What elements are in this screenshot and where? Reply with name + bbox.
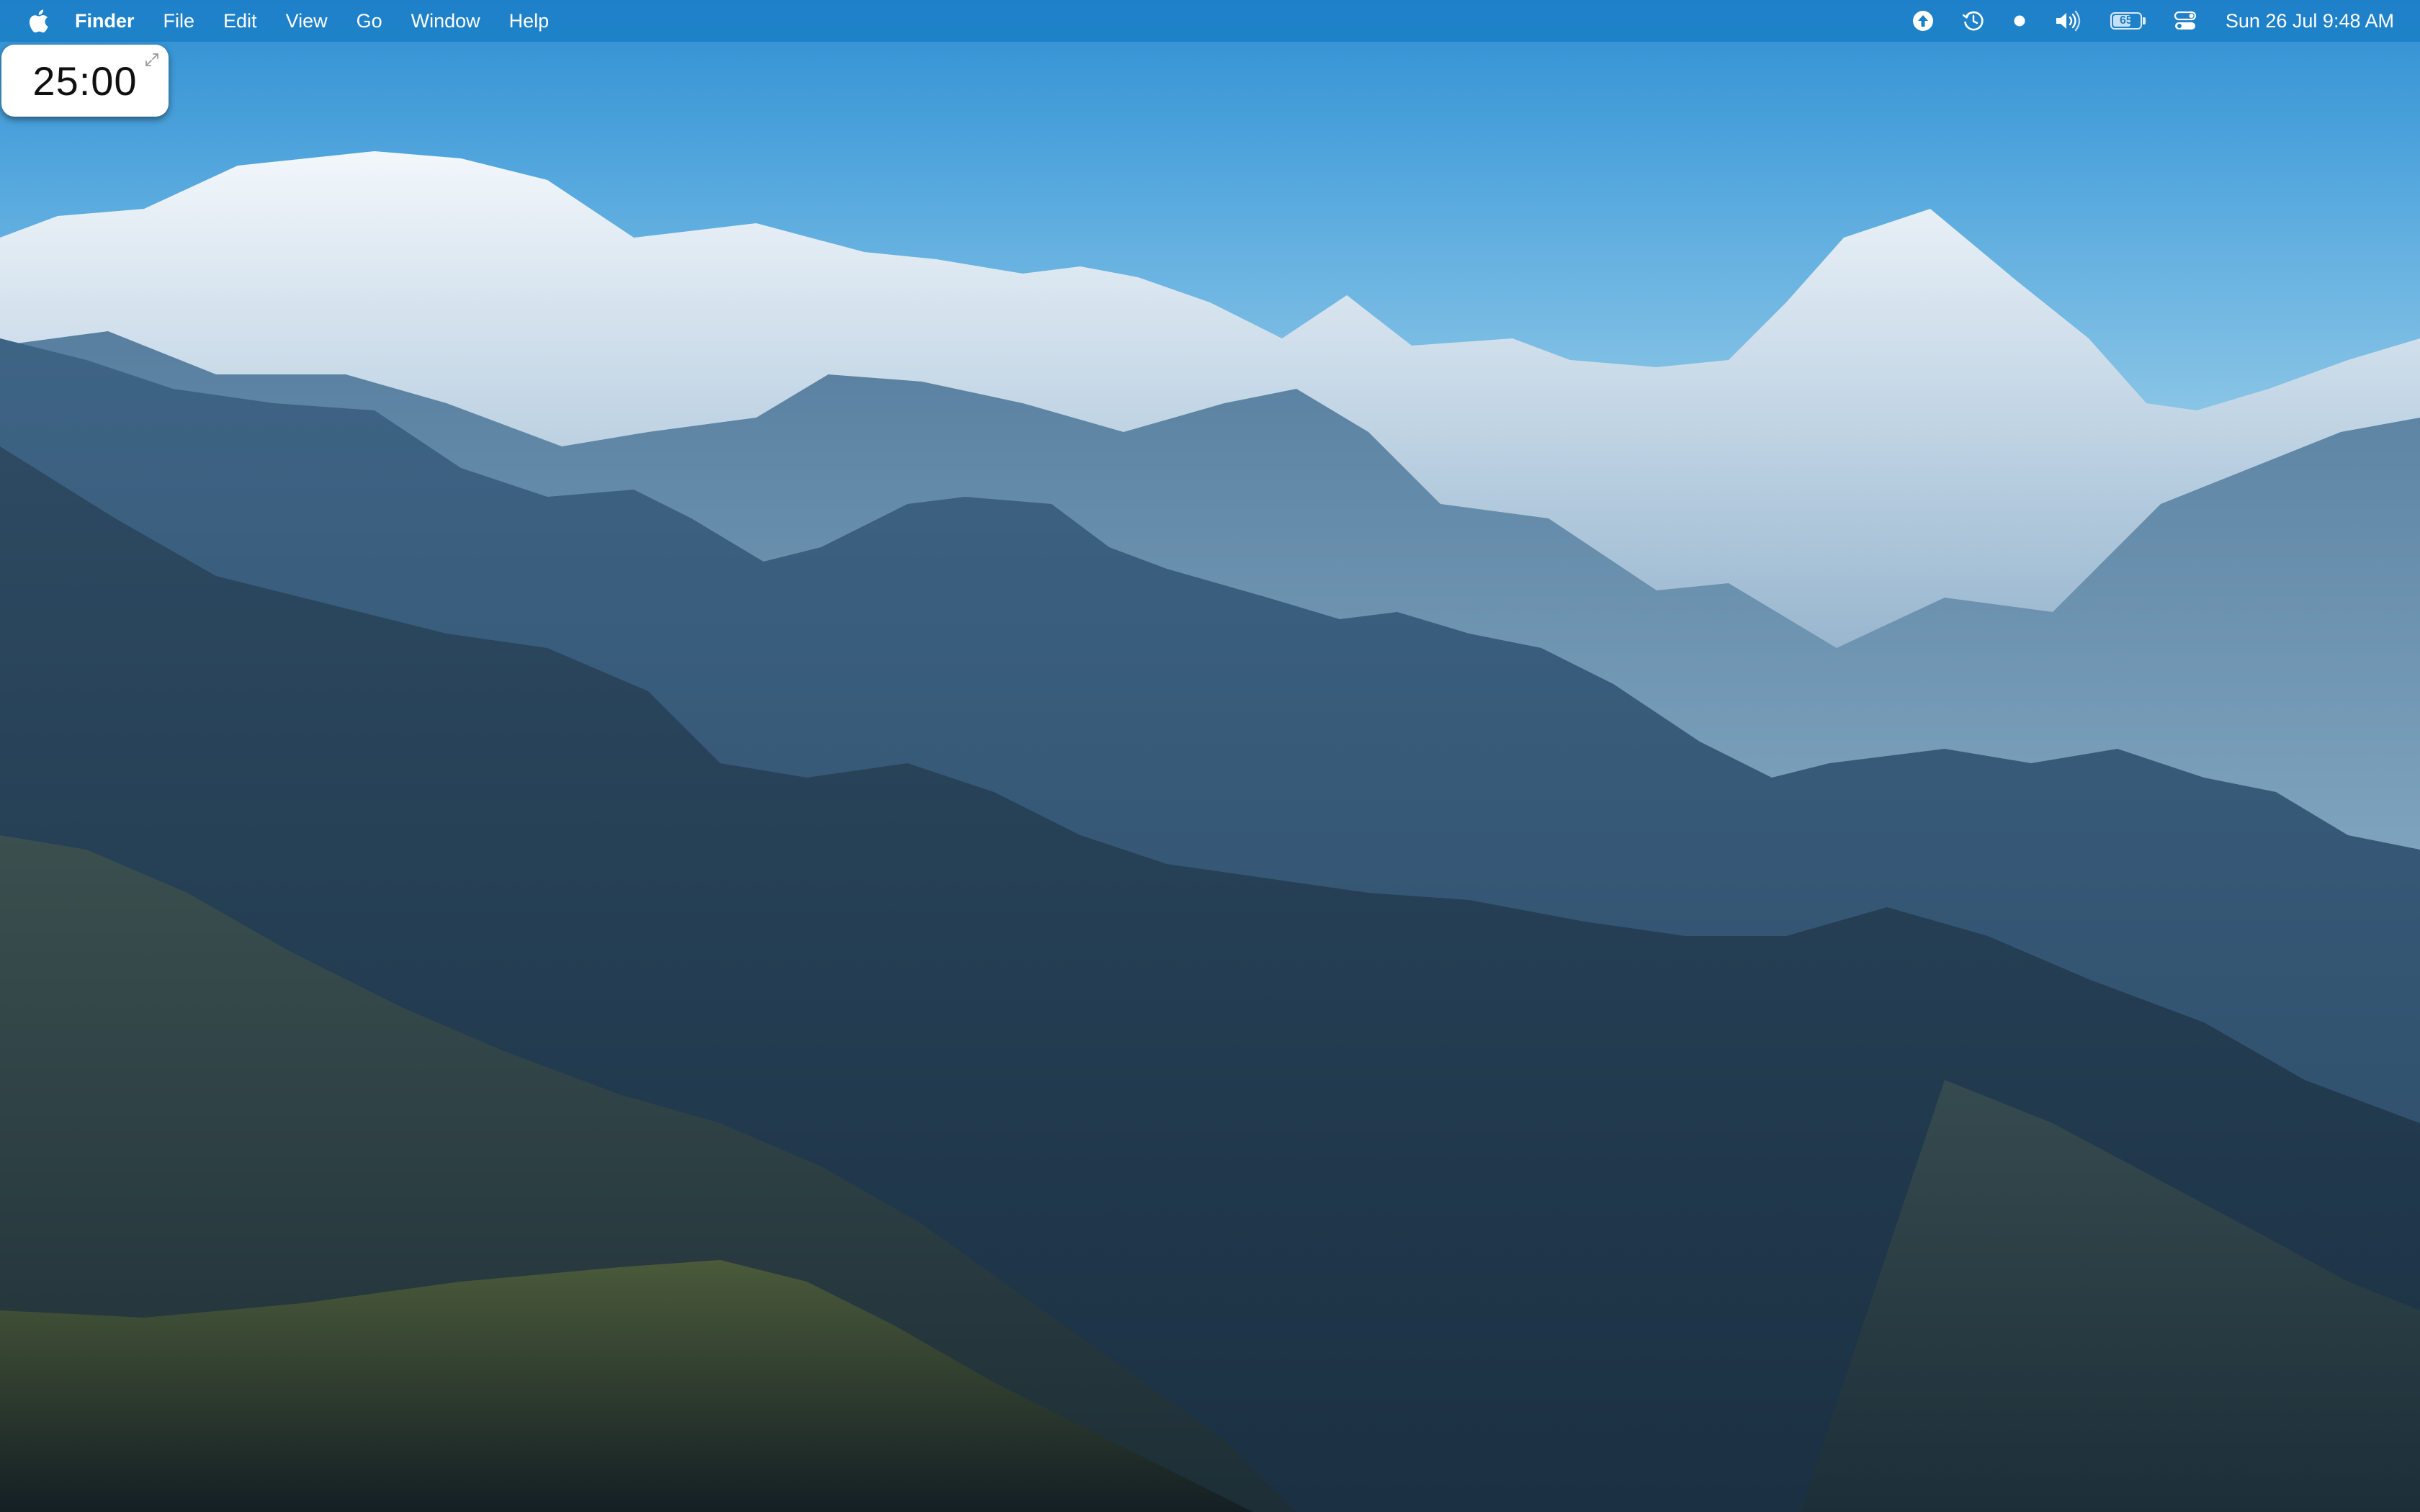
menu-edit[interactable]: Edit (223, 0, 257, 42)
battery-indicator: 65 (2110, 12, 2146, 30)
menu-file[interactable]: File (163, 0, 195, 42)
mountain-wallpaper (0, 0, 2420, 1512)
battery-cap (2143, 17, 2146, 24)
menu-app-name[interactable]: Finder (75, 0, 135, 42)
menu-go[interactable]: Go (357, 0, 382, 42)
time-machine-icon[interactable] (1962, 0, 1985, 42)
menu-help[interactable]: Help (509, 0, 550, 42)
upload-arrow-icon[interactable] (1912, 0, 1935, 42)
expand-arrows-icon[interactable] (144, 52, 160, 68)
battery-icon[interactable]: 65 (2110, 0, 2146, 42)
battery-level: 65 (2119, 14, 2133, 27)
control-center-icon[interactable] (2174, 0, 2197, 42)
menu-view[interactable]: View (286, 0, 328, 42)
menu-window[interactable]: Window (411, 0, 480, 42)
volume-icon[interactable] (2054, 0, 2083, 42)
menu-bar-right: 65 Sun 26 Jul 9:48 AM (1884, 0, 2394, 42)
dot-icon[interactable] (2012, 0, 2027, 42)
desktop[interactable]: Finder File Edit View Go Window Help 65 … (0, 0, 2420, 1512)
menu-bar-left: Finder File Edit View Go Window Help (27, 0, 578, 42)
menu-bar-clock[interactable]: Sun 26 Jul 9:48 AM (2226, 0, 2394, 42)
timer-widget[interactable]: 25:00 (1, 45, 169, 117)
menu-bar: Finder File Edit View Go Window Help 65 … (0, 0, 2420, 42)
timer-value: 25:00 (32, 58, 138, 104)
apple-logo-icon[interactable] (27, 9, 49, 33)
